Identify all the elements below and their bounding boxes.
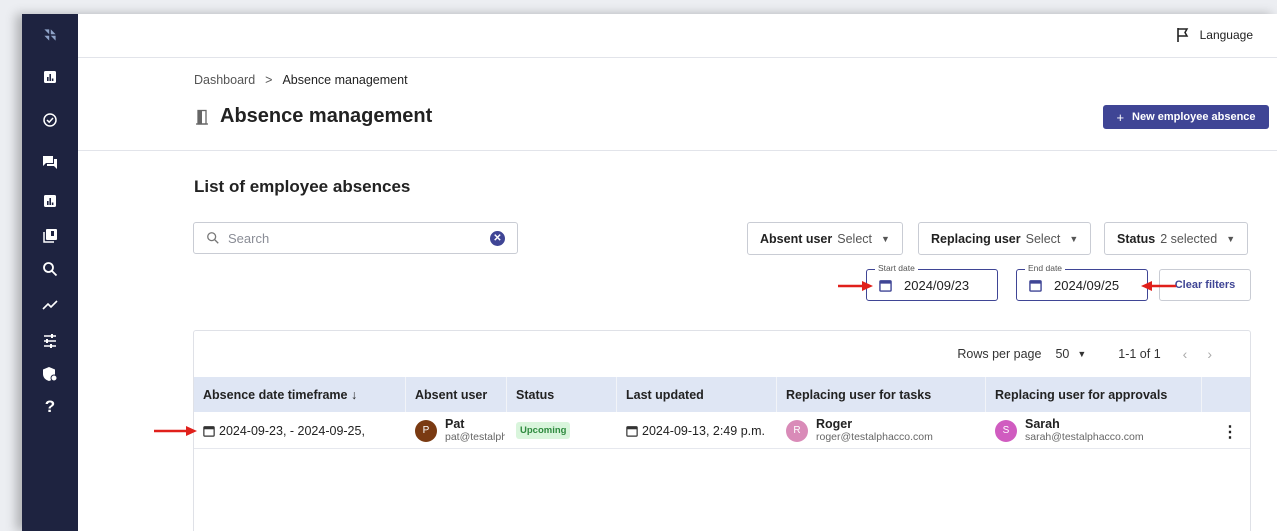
chevron-down-icon: ▼ [881,233,890,244]
reports-icon[interactable] [22,186,78,216]
language-label: Language [1199,28,1253,42]
task-user-name: Roger [816,416,853,431]
library-icon[interactable] [22,221,78,251]
status-filter[interactable]: Status 2 selected ▼ [1104,222,1249,255]
logo-icon[interactable] [22,20,78,50]
breadcrumb-separator: > [265,73,273,87]
new-employee-absence-label: New employee absence [1132,111,1256,123]
replacing-user-filter[interactable]: Replacing user Select ▼ [918,222,1092,255]
help-question-icon[interactable]: ? [22,392,78,422]
breadcrumb-dashboard-link[interactable]: Dashboard [194,73,255,87]
last-updated-value: 2024-09-13, 2:49 p.m. [642,423,765,438]
last-updated-cell: 2024-09-13, 2:49 p.m. [617,412,777,449]
approval-user-cell: S Sarah sarah@testalphacco.com [986,412,1202,449]
column-header-last-updated[interactable]: Last updated [617,377,777,412]
settings-sliders-icon[interactable] [22,326,78,356]
start-date-legend: Start date [875,263,918,273]
start-date-value: 2024/09/23 [904,277,970,293]
row-actions-kebab-icon[interactable]: ⋮ [1222,422,1238,442]
column-header-timeframe[interactable]: Absence date timeframe ↓ [194,377,406,412]
page-title: Absence management [220,105,433,127]
annotation-arrow-end-date [1141,281,1176,291]
dashboard-icon[interactable] [22,62,78,92]
start-date-field[interactable]: Start date 2024/09/23 [866,263,998,301]
absences-table-card: Rows per page 50 ▼ 1-1 of 1 ‹ › Absence … [193,330,1251,531]
chevron-down-icon: ▼ [1226,233,1236,244]
analytics-trend-icon[interactable] [22,289,78,319]
avatar: S [995,419,1017,442]
task-user-email: roger@testalphacco.com [816,430,933,443]
end-date-legend: End date [1025,263,1066,273]
plus-icon: + [1116,109,1125,125]
messages-icon[interactable] [22,147,78,177]
clear-search-icon[interactable]: ✕ [490,231,505,246]
absent-user-cell: P Pat pat@testalphacco.com [406,412,507,449]
language-button[interactable]: Language [1175,27,1253,43]
flag-icon [1176,28,1188,42]
header-divider [78,150,1277,151]
pagination-range: 1-1 of 1 [1118,347,1161,361]
pagination: Rows per page 50 ▼ 1-1 of 1 ‹ › [957,346,1212,362]
status-filter-label: Status [1117,231,1156,246]
annotation-arrow-timeframe [154,426,197,436]
door-icon [196,109,208,125]
approval-user-email: sarah@testalphacco.com [1025,430,1144,443]
breadcrumb-current: Absence management [282,73,408,87]
calendar-icon [626,425,638,437]
tasks-check-icon[interactable] [22,105,78,135]
rows-per-page-label: Rows per page [957,347,1042,361]
calendar-icon [203,425,215,437]
approval-user-name: Sarah [1025,416,1060,431]
next-page-icon[interactable]: › [1207,346,1212,362]
timeframe-cell: 2024-09-23, - 2024-09-25, [194,412,406,449]
replacing-user-filter-value: Select [1025,231,1061,246]
avatar: R [786,419,808,442]
calendar-icon [1029,279,1042,292]
security-shield-icon[interactable] [22,359,78,389]
chevron-down-icon: ▼ [1069,233,1079,244]
section-title: List of employee absences [194,177,411,196]
sidebar: ? [22,14,78,531]
absent-user-filter-value: Select [837,231,872,246]
absent-user-email: pat@testalphacco.com [445,430,505,443]
timeframe-value: 2024-09-23, - 2024-09-25, [219,423,365,438]
rows-per-page-select[interactable]: 50 [1055,347,1069,361]
column-header-absent-user[interactable]: Absent user [406,377,507,412]
task-user-cell: R Roger roger@testalphacco.com [777,412,986,449]
status-badge: Upcoming [516,422,571,439]
top-bar: Language [78,14,1277,58]
search-icon[interactable] [22,254,78,284]
column-header-status[interactable]: Status [507,377,617,412]
page-header: Absence management [194,105,432,128]
replacing-user-filter-label: Replacing user [931,231,1021,246]
column-header-replacing-approvals[interactable]: Replacing user for approvals [986,377,1202,412]
status-cell: Upcoming [507,412,617,449]
annotation-arrow-start-date [838,281,873,291]
search-box: ✕ [193,222,518,254]
search-icon [207,232,219,244]
end-date-field[interactable]: End date 2024/09/25 [1016,263,1148,301]
status-filter-value: 2 selected [1160,231,1218,246]
app-window: ? Language Dashboard > Absence managemen… [22,14,1277,531]
absent-user-name: Pat [445,417,465,431]
previous-page-icon[interactable]: ‹ [1183,346,1188,362]
calendar-icon [879,279,892,292]
absent-user-filter[interactable]: Absent user Select ▼ [747,222,903,255]
chevron-down-icon[interactable]: ▼ [1077,349,1086,359]
new-employee-absence-button[interactable]: + New employee absence [1103,105,1269,129]
column-header-replacing-tasks[interactable]: Replacing user for tasks [777,377,986,412]
end-date-value: 2024/09/25 [1054,277,1120,293]
table-row[interactable]: 2024-09-23, - 2024-09-25, P Pat pat@test… [194,412,1250,449]
search-input[interactable] [228,230,478,246]
table-header: Absence date timeframe ↓ Absent user Sta… [194,377,1250,412]
absent-user-filter-label: Absent user [760,231,833,246]
avatar: P [415,419,437,442]
breadcrumb: Dashboard > Absence management [194,73,408,87]
